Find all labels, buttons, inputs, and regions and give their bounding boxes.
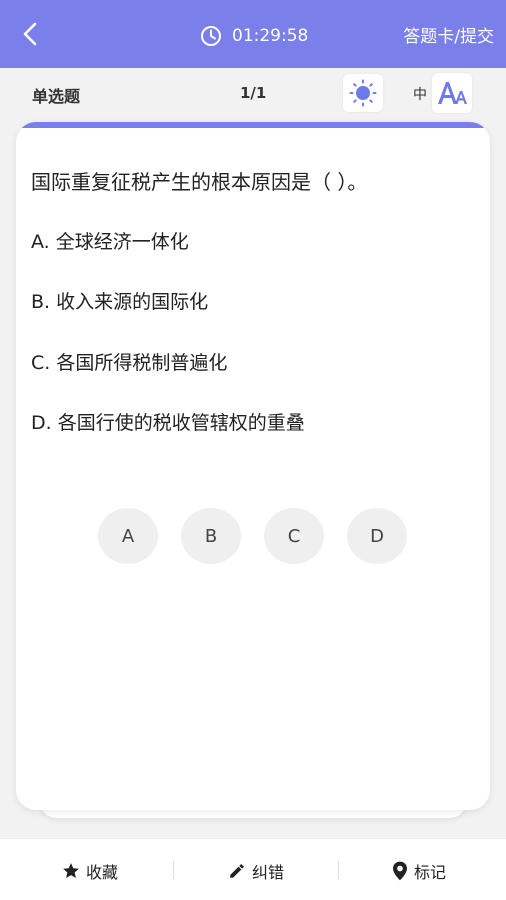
question-toolbar: 单选题 1/1 中	[0, 68, 506, 120]
favorite-button[interactable]: 收藏	[62, 859, 118, 883]
answer-button-b[interactable]: B	[181, 508, 241, 564]
theme-toggle-button[interactable]	[343, 74, 383, 112]
answer-button-c[interactable]: C	[264, 508, 324, 564]
report-error-label: 纠错	[252, 863, 285, 882]
answer-button-a[interactable]: A	[98, 508, 158, 564]
exam-timer: 01:29:58	[200, 22, 308, 50]
divider	[173, 861, 174, 879]
answer-button-d[interactable]: D	[347, 508, 407, 564]
answer-buttons: A B C D	[98, 508, 408, 564]
star-icon	[63, 863, 79, 878]
chevron-left-icon	[23, 22, 37, 46]
pencil-icon	[230, 864, 244, 878]
font-size-label: 中	[413, 87, 427, 103]
top-bar: 01:29:58 答题卡/提交	[0, 0, 506, 68]
option-a[interactable]: A. 全球经济一体化	[31, 227, 189, 254]
back-button[interactable]	[14, 18, 46, 50]
question-card: 国际重复征税产生的根本原因是（ ）。 A. 全球经济一体化 B. 收入来源的国际…	[16, 122, 490, 810]
question-text: 国际重复征税产生的根本原因是（ ）。	[31, 170, 368, 194]
divider	[338, 861, 339, 879]
font-size-button[interactable]	[432, 73, 472, 113]
option-d[interactable]: D. 各国行使的税收管辖权的重叠	[31, 408, 305, 435]
location-pin-icon	[393, 861, 407, 881]
option-c[interactable]: C. 各国所得税制普遍化	[31, 348, 227, 375]
answer-card-submit-button[interactable]: 答题卡/提交	[403, 22, 494, 47]
favorite-label: 收藏	[86, 863, 119, 882]
report-error-button[interactable]: 纠错	[228, 859, 284, 883]
question-counter: 1/1	[240, 84, 267, 102]
question-type-label: 单选题	[32, 87, 81, 106]
sun-icon	[349, 79, 377, 107]
clock-icon	[201, 26, 221, 46]
timer-text: 01:29:58	[232, 26, 309, 46]
mark-button[interactable]: 标记	[392, 859, 446, 883]
card-accent-bar	[16, 122, 490, 128]
font-size-icon	[438, 82, 467, 104]
mark-label: 标记	[414, 863, 447, 882]
option-b[interactable]: B. 收入来源的国际化	[31, 287, 208, 314]
bottom-action-bar: 收藏 纠错 标记	[0, 838, 506, 900]
